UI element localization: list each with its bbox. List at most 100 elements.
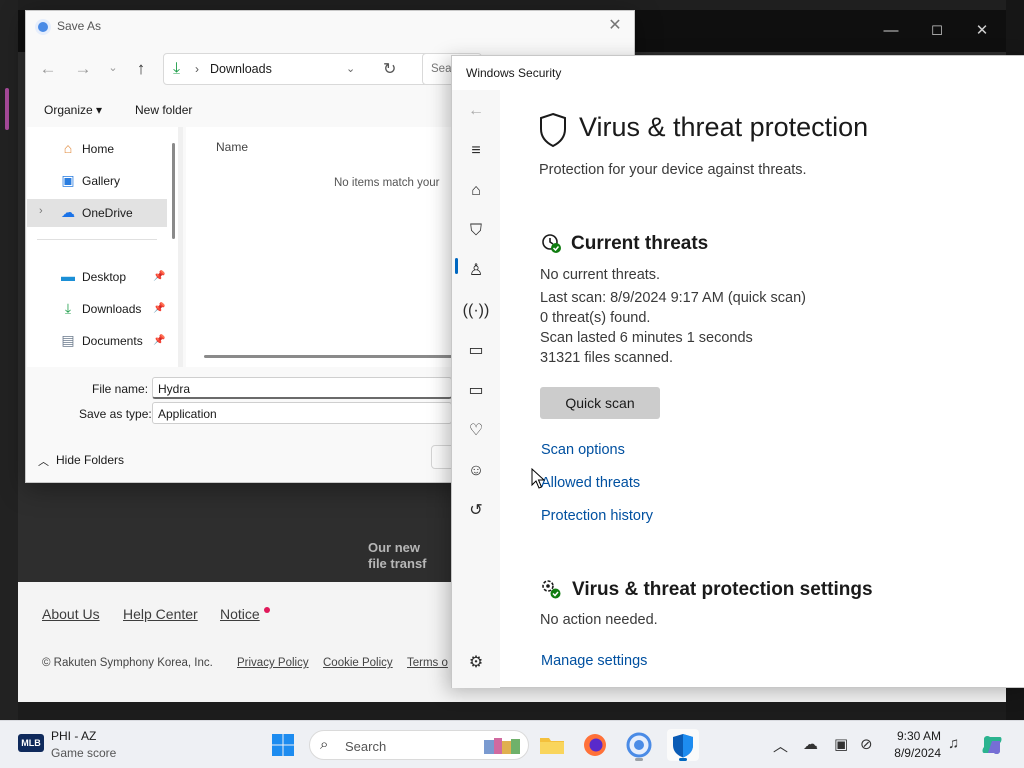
sidebar-item-label: Desktop — [82, 270, 127, 284]
hide-folders-chevron-icon: ︿ — [38, 456, 49, 468]
windows-start-icon[interactable] — [271, 733, 295, 757]
background-promo-text: Our new file transf — [368, 540, 427, 572]
show-hidden-icons-chevron-icon[interactable]: ︿ — [773, 735, 788, 756]
save-as-titlebar: Save As ✕ — [26, 11, 634, 43]
chrome-taskbar-button[interactable] — [623, 729, 655, 761]
family-options-icon[interactable]: ☺ — [461, 456, 491, 486]
maximize-button[interactable]: ☐ — [924, 20, 950, 42]
allowed-threats-link[interactable]: Allowed threats — [541, 475, 640, 491]
save-as-title: Save As — [57, 19, 102, 33]
notice-link[interactable]: Notice — [220, 606, 260, 622]
sidebar-item-downloads[interactable]: ⤓ Downloads 📌 — [27, 295, 167, 323]
quick-scan-button[interactable]: Quick scan — [540, 387, 660, 419]
firewall-network-icon[interactable]: ((·)) — [461, 296, 491, 326]
menu-icon[interactable]: ≡ — [461, 136, 491, 166]
terms-link[interactable]: Terms o — [407, 657, 448, 669]
last-scan-text: Last scan: 8/9/2024 9:17 AM (quick scan) — [540, 290, 806, 306]
save-type-value: Application — [158, 407, 217, 421]
windows-security-taskbar-button[interactable] — [667, 729, 699, 761]
sidebar-item-label: Downloads — [82, 302, 142, 316]
copilot-icon[interactable] — [980, 733, 1004, 757]
folder-icon — [540, 738, 564, 754]
download-icon: ⤓ — [173, 60, 181, 77]
about-us-link[interactable]: About Us — [42, 606, 100, 622]
shield-icon[interactable]: ⛉ — [461, 216, 491, 246]
protection-history-link[interactable]: Protection history — [541, 508, 653, 524]
sidebar-scrollbar[interactable] — [172, 143, 175, 239]
active-indicator — [679, 758, 687, 761]
cookie-policy-link[interactable]: Cookie Policy — [323, 657, 393, 669]
notification-bell-icon[interactable]: ♫ — [948, 735, 959, 752]
recent-chevron-icon[interactable]: ⌄ — [102, 61, 124, 74]
device-security-icon[interactable]: ▭ — [461, 376, 491, 406]
back-arrow-icon[interactable]: ← — [37, 59, 59, 79]
breadcrumb-chevron-icon: › — [195, 62, 199, 76]
file-name-field[interactable]: Hydra — [152, 377, 452, 399]
left-accent-bar — [5, 88, 9, 130]
network-tray-icon[interactable]: ⊘ — [860, 735, 873, 753]
file-explorer-taskbar-button[interactable] — [536, 729, 568, 761]
taskbar-search-box[interactable]: ⌕ Search — [309, 730, 529, 760]
file-list-scrollbar[interactable] — [204, 355, 484, 358]
close-button[interactable]: ✕ — [969, 20, 995, 42]
manage-settings-link[interactable]: Manage settings — [541, 653, 647, 669]
onedrive-tray-icon[interactable]: ☁ — [803, 735, 818, 753]
sidebar-item-gallery[interactable]: ▣ Gallery — [27, 167, 167, 195]
security-nav-rail: ← ≡ ⌂ ⛉ ♙ ((·)) ▭ ▭ ♡ ☺ ↺ ⚙ — [452, 90, 500, 688]
widget-subtitle[interactable]: Game score — [51, 746, 116, 760]
search-highlight-icon — [484, 738, 520, 754]
pin-icon: 📌 — [153, 303, 166, 314]
name-column-header[interactable]: Name — [216, 140, 248, 154]
sidebar-item-documents[interactable]: ▤ Documents 📌 — [27, 327, 167, 355]
settings-gear-icon[interactable]: ⚙ — [461, 648, 491, 678]
sidebar-item-label: Documents — [82, 334, 143, 348]
up-arrow-icon[interactable]: ↑ — [130, 59, 152, 79]
expand-chevron-icon[interactable]: › — [39, 205, 43, 217]
protection-settings-heading: Virus & threat protection settings — [572, 579, 873, 600]
desktop-icon: ▬ — [61, 268, 75, 284]
scan-options-link[interactable]: Scan options — [541, 442, 625, 458]
taskbar-search-label: Search — [345, 739, 387, 754]
forward-arrow-icon[interactable]: → — [72, 59, 94, 79]
refresh-icon[interactable]: ↻ — [383, 59, 396, 79]
taskbar-clock-date[interactable]: 8/9/2024 — [893, 746, 941, 760]
shield-icon — [540, 112, 566, 148]
pin-icon: 📌 — [153, 271, 166, 282]
privacy-policy-link[interactable]: Privacy Policy — [237, 657, 309, 669]
account-icon[interactable]: ♙ — [461, 256, 491, 286]
pin-icon: 📌 — [153, 335, 166, 346]
taskbar-clock-time[interactable]: 9:30 AM — [893, 729, 941, 743]
file-name-value: Hydra — [158, 382, 191, 396]
sidebar-item-label: Home — [82, 142, 115, 156]
home-icon[interactable]: ⌂ — [461, 176, 491, 206]
sidebar-divider — [37, 239, 157, 240]
hide-folders-button[interactable]: Hide Folders — [56, 453, 124, 467]
firefox-taskbar-button[interactable] — [579, 729, 611, 761]
documents-icon: ▤ — [61, 332, 75, 348]
save-as-close-button[interactable]: ✕ — [604, 15, 626, 37]
sidebar-item-label: OneDrive — [82, 206, 133, 220]
device-health-icon[interactable]: ♡ — [461, 416, 491, 446]
home-icon: ⌂ — [63, 140, 73, 156]
widget-title[interactable]: PHI - AZ — [51, 729, 96, 743]
help-center-link[interactable]: Help Center — [123, 606, 198, 622]
downloads-icon: ⤓ — [64, 300, 72, 316]
address-path[interactable]: Downloads — [210, 62, 272, 76]
sidebar-item-desktop[interactable]: ▬ Desktop 📌 — [27, 263, 167, 291]
address-bar[interactable]: ⤓ › Downloads ⌄ ↻ — [163, 53, 433, 85]
minimize-button[interactable]: — — [878, 20, 904, 42]
new-folder-button[interactable]: New folder — [135, 103, 192, 117]
nav-active-indicator — [455, 258, 458, 274]
history-icon[interactable]: ↺ — [461, 496, 491, 526]
sidebar-item-home[interactable]: ⌂ Home — [27, 135, 167, 163]
organize-button[interactable]: Organize ▾ — [44, 103, 102, 117]
app-browser-control-icon[interactable]: ▭ — [461, 336, 491, 366]
settings-status-text: No action needed. — [540, 612, 658, 628]
sidebar-item-onedrive[interactable]: › ☁ OneDrive — [27, 199, 167, 227]
mlb-icon[interactable]: MLB — [18, 734, 44, 752]
save-type-select[interactable]: Application — [152, 402, 452, 424]
back-arrow-icon[interactable]: ← — [461, 96, 491, 126]
address-dropdown-icon[interactable]: ⌄ — [346, 62, 355, 75]
display-tray-icon[interactable]: ▣ — [834, 735, 848, 753]
chrome-app-icon — [35, 19, 51, 35]
